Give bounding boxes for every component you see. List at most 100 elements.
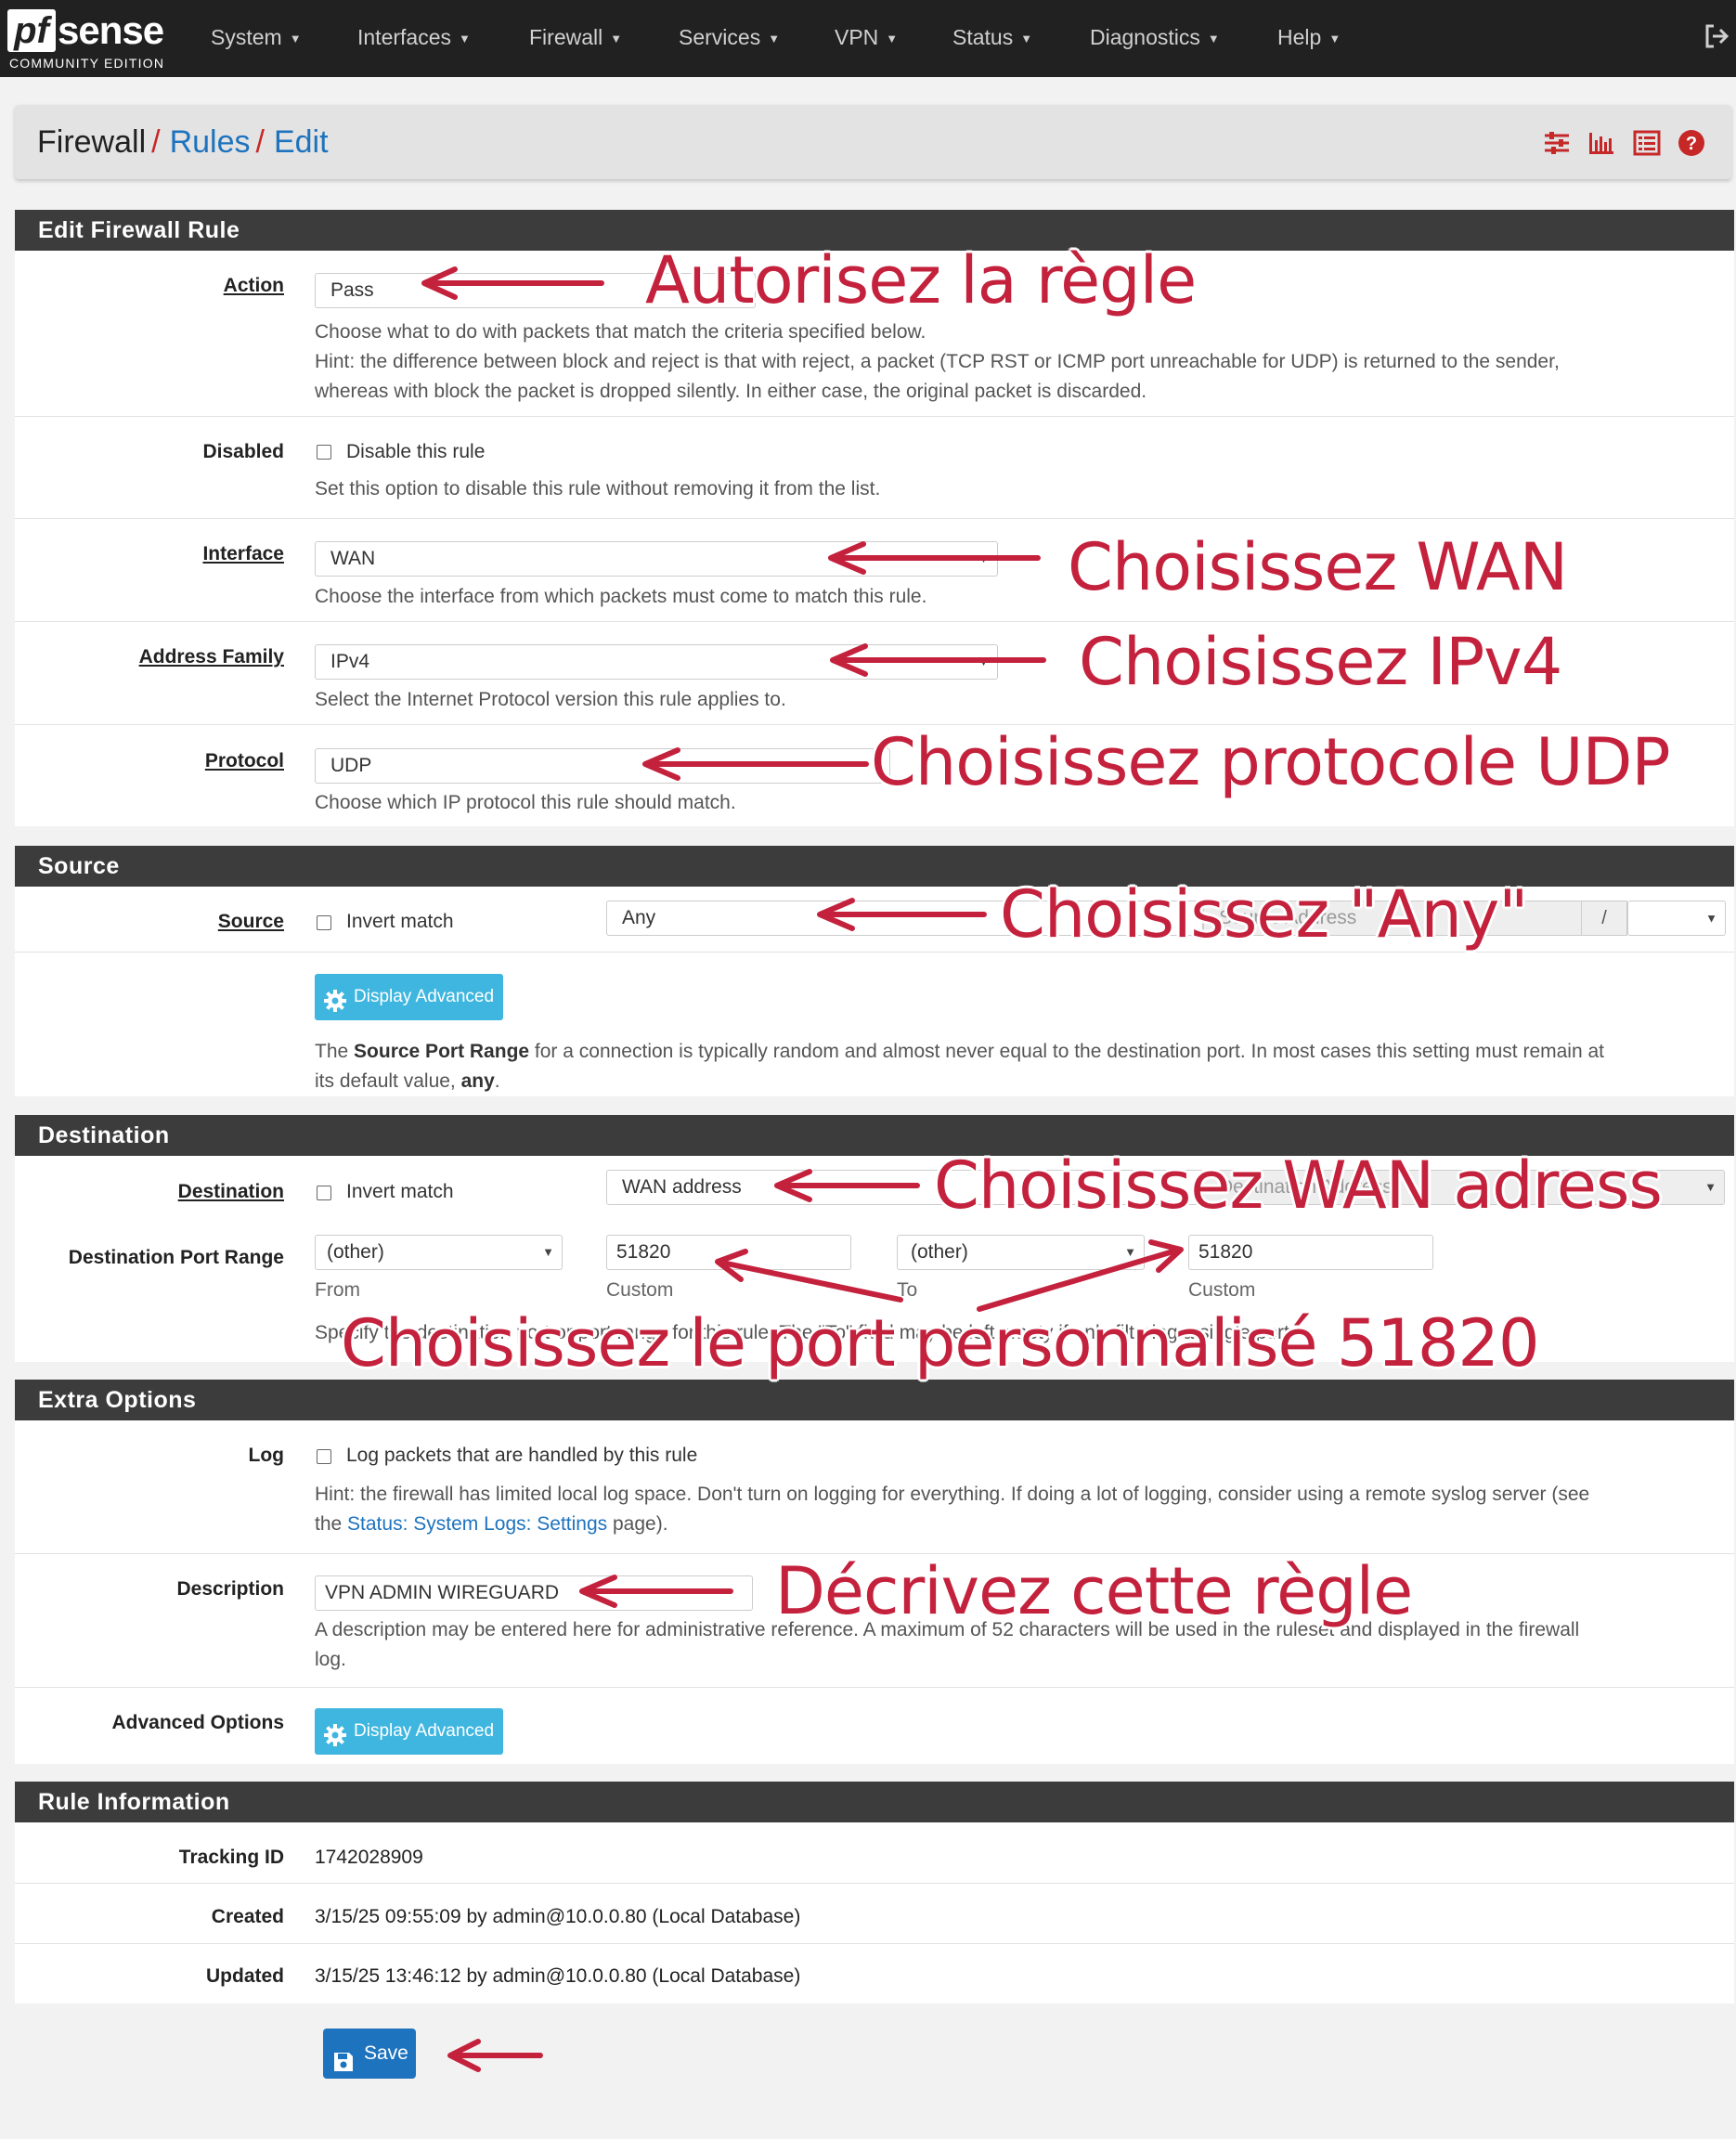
source-display-advanced-button[interactable]: Display Advanced [315,974,503,1020]
address-family-select[interactable]: IPv4 ▼ [315,644,998,680]
advanced-options-display-button[interactable]: Display Advanced [315,1708,503,1755]
interface-select[interactable]: WAN ▼ [315,541,998,577]
breadcrumb-edit[interactable]: Edit [274,124,329,160]
disabled-help: Set this option to disable this rule wit… [315,478,881,499]
protocol-help: Choose which IP protocol this rule shoul… [315,792,736,813]
chevron-down-icon: ▼ [978,655,990,668]
port-to-value: (other) [911,1241,968,1263]
bar-chart-icon[interactable] [1587,129,1615,157]
description-help-2: log. [315,1649,346,1670]
port-to-custom-value: 51820 [1198,1241,1253,1263]
nav-label: Interfaces [357,25,451,49]
source-type-value: Any [622,907,656,928]
help-text: the [315,1513,348,1535]
chevron-down-icon: ▼ [1705,911,1717,926]
port-to-select[interactable]: (other) ▼ [897,1235,1145,1270]
nav-interfaces[interactable]: Interfaces ▼ [357,0,471,77]
interface-help: Choose the interface from which packets … [315,586,927,607]
save-icon [332,2042,355,2071]
to-sublabel: To [897,1279,918,1301]
interface-label[interactable]: Interface [202,543,284,565]
annotation-source: Choisissez "Any" [1000,876,1529,953]
breadcrumb-separator: / [151,124,161,160]
breadcrumb-rules[interactable]: Rules [170,124,251,160]
tracking-row: Tracking ID 1742028909 [15,1822,1734,1884]
nav-vpn[interactable]: VPN ▼ [835,0,898,77]
destination-label[interactable]: Destination [178,1181,284,1203]
list-icon[interactable] [1633,129,1661,157]
breadcrumb-icons: ? [1530,129,1705,157]
nav-label: Services [679,25,761,49]
source-mask-select[interactable]: ▼ [1627,901,1726,936]
logo-sense: sense [58,8,164,52]
nav-label: Status [952,25,1014,49]
source-port-help: The Source Port Range for a connection i… [315,1037,1604,1067]
protocol-select[interactable]: UDP [315,748,890,784]
port-to-custom-input[interactable]: 51820 [1188,1235,1433,1270]
port-from-value: (other) [327,1241,384,1263]
help-bold: any [460,1070,495,1092]
action-label[interactable]: Action [224,275,284,297]
advanced-options-label: Advanced Options [111,1712,284,1733]
system-logs-settings-link[interactable]: Status: System Logs: Settings [347,1513,607,1535]
caret-down-icon: ▼ [459,31,471,45]
chevron-down-icon: ▼ [978,551,990,565]
destination-invert-checkbox[interactable] [317,1186,331,1200]
display-advanced-label: Display Advanced [354,1721,495,1741]
port-from-select[interactable]: (other) ▼ [315,1235,563,1270]
annotation-destination: Choisissez WAN adress [934,1147,1663,1224]
top-navbar: pf sense COMMUNITY EDITION System ▼ Inter… [0,0,1736,77]
nav-label: VPN [835,25,879,49]
log-label: Log [248,1445,284,1466]
help-text: page). [607,1513,668,1535]
destination-invert-label[interactable]: Invert match [346,1181,454,1203]
nav-diagnostics[interactable]: Diagnostics ▼ [1090,0,1220,77]
nav-services[interactable]: Services ▼ [679,0,780,77]
nav-help[interactable]: Help ▼ [1277,0,1341,77]
log-help: Hint: the firewall has limited local log… [315,1484,1590,1505]
annotation-action: Autorisez la règle [645,242,1197,318]
nav-system[interactable]: System ▼ [211,0,302,77]
tracking-id-value: 1742028909 [315,1847,423,1868]
disable-rule-checkbox[interactable] [317,445,331,460]
action-hint: Hint: the difference between block and r… [315,351,1560,372]
pfsense-logo[interactable]: pf sense COMMUNITY EDITION [7,9,170,71]
sliders-icon[interactable] [1543,129,1571,157]
question-circle-icon[interactable]: ? [1678,129,1705,157]
port-from-custom-input[interactable]: 51820 [606,1235,851,1270]
log-checkbox[interactable] [317,1449,331,1464]
description-input[interactable]: VPN ADMIN WIREGUARD [315,1575,753,1611]
updated-row: Updated 3/15/25 13:46:12 by admin@10.0.0… [15,1943,1734,2003]
chevron-down-icon: ▼ [1124,1245,1136,1259]
nav-firewall[interactable]: Firewall ▼ [529,0,622,77]
arrow-save [447,2039,543,2072]
created-row: Created 3/15/25 09:55:09 by admin@10.0.0… [15,1883,1734,1944]
protocol-label[interactable]: Protocol [205,750,284,772]
breadcrumb: Firewall / Rules / Edit [37,105,329,179]
save-button[interactable]: Save [323,2029,416,2079]
nav-label: Firewall [529,25,603,49]
source-label[interactable]: Source [218,911,284,933]
log-checkbox-label[interactable]: Log packets that are handled by this rul… [346,1445,697,1467]
chevron-down-icon: ▼ [1704,1180,1717,1194]
help-text: . [494,1070,500,1092]
port-from-custom-value: 51820 [616,1241,671,1263]
action-value: Pass [330,279,374,301]
source-invert-label[interactable]: Invert match [346,911,454,933]
caret-down-icon: ▼ [610,31,623,45]
annotation-address-family: Choisissez IPv4 [1079,624,1562,700]
nav-label: Help [1277,25,1322,49]
logo-edition: COMMUNITY EDITION [9,56,165,71]
gear-icon [323,985,347,1012]
disable-rule-label[interactable]: Disable this rule [346,441,485,463]
address-family-label[interactable]: Address Family [139,646,284,668]
sign-out-icon[interactable] [1703,22,1730,50]
nav-status[interactable]: Status ▼ [952,0,1032,77]
display-advanced-label: Display Advanced [354,987,495,1006]
caret-down-icon: ▼ [1020,31,1033,45]
help-text: The [315,1041,355,1062]
source-invert-checkbox[interactable] [317,915,331,930]
annotation-port: Choisissez le port personnalisé 51820 [341,1305,1540,1381]
disabled-label: Disabled [202,441,284,462]
breadcrumb-panel: Firewall / Rules / Edit ? [15,105,1731,179]
